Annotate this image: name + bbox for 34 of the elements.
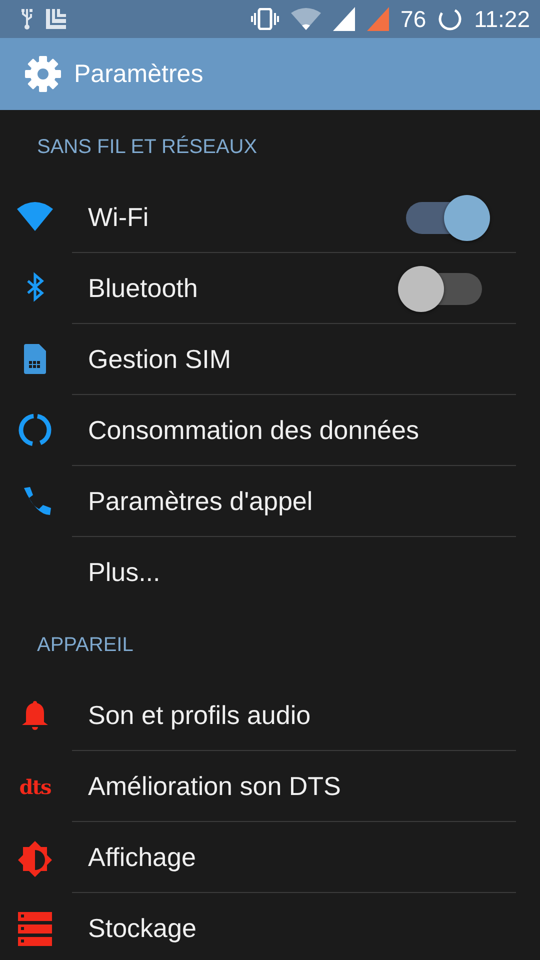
screen-title: Paramètres — [74, 60, 204, 88]
item-label: Amélioration son DTS — [88, 771, 342, 802]
signal-icon — [332, 7, 355, 31]
signal-icon — [366, 7, 389, 31]
item-label: Son et profils audio — [88, 700, 312, 731]
item-label: Wi-Fi — [88, 202, 150, 233]
list-item[interactable]: Affichage — [0, 822, 516, 893]
list-item[interactable]: Wi-Fi — [0, 182, 516, 253]
list-item[interactable]: Bluetooth — [0, 253, 516, 324]
item-label: Plus... — [88, 557, 162, 588]
list-item[interactable]: dts Amélioration son DTS — [0, 751, 516, 822]
loading-circle-icon — [438, 7, 462, 31]
settings-icon — [23, 54, 63, 94]
item-label: Consommation des données — [88, 415, 420, 446]
item-label: Paramètres d'appel — [88, 486, 314, 517]
vibrate-icon — [250, 8, 279, 30]
usb-icon — [20, 7, 34, 31]
stacked-squares-icon — [46, 9, 66, 29]
item-label: Stockage — [88, 913, 198, 944]
clock: 11:22 — [474, 6, 530, 32]
list-item[interactable]: Son et profils audio — [0, 680, 516, 751]
list-item[interactable]: Paramètres d'appel — [0, 466, 516, 537]
dts-logo: dts — [19, 774, 51, 798]
section-header: APPAREIL — [36, 633, 134, 658]
item-label: Affichage — [88, 842, 197, 873]
list-item[interactable]: Gestion SIM — [0, 324, 516, 395]
wifi-signal-icon — [290, 8, 321, 30]
battery-level: 76 — [400, 6, 426, 32]
list-item[interactable]: Stockage — [0, 893, 516, 960]
section-header: SANS FIL ET RÉSEAUX — [36, 134, 258, 160]
list-item[interactable]: Plus... — [0, 537, 516, 608]
item-label: Gestion SIM — [88, 344, 232, 375]
list-item[interactable]: Consommation des données — [0, 395, 516, 466]
item-label: Bluetooth — [88, 273, 199, 304]
